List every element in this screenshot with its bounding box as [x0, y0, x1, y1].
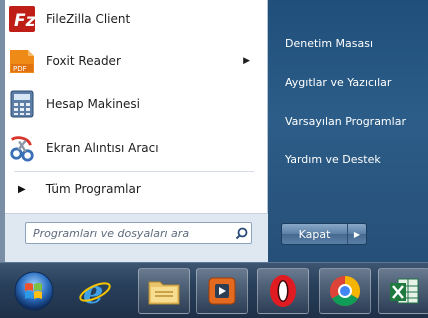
chrome-icon[interactable]	[319, 268, 371, 314]
search-placeholder: Programları ve dosyaları ara	[33, 226, 190, 240]
program-item-filezilla[interactable]: Fz FileZilla Client	[8, 2, 258, 36]
program-item-snipping-tool[interactable]: Ekran Alıntısı Aracı	[8, 131, 258, 165]
help-support-link[interactable]: Yardım ve Destek	[285, 153, 381, 166]
program-item-foxit-reader[interactable]: PDF Foxit Reader ▶	[8, 44, 258, 78]
foxit-reader-icon: PDF	[8, 47, 36, 75]
internet-explorer-icon[interactable]: e	[69, 268, 121, 314]
program-item-calculator[interactable]: Hesap Makinesi	[8, 87, 258, 121]
expand-arrow-icon: ▶	[18, 183, 26, 195]
filezilla-icon: Fz	[8, 5, 36, 33]
search-input[interactable]: Programları ve dosyaları ara	[25, 222, 252, 244]
excel-icon[interactable]	[378, 268, 428, 314]
all-programs-button[interactable]: ▶ Tüm Programlar	[18, 178, 141, 200]
start-orb-icon[interactable]	[8, 268, 60, 314]
shutdown-button-group: Kapat ▶	[281, 223, 367, 245]
file-explorer-icon[interactable]	[138, 268, 190, 314]
svg-text:Fz: Fz	[14, 11, 35, 31]
default-programs-link[interactable]: Varsayılan Programlar	[285, 115, 406, 128]
program-label: Hesap Makinesi	[46, 97, 141, 111]
program-label: Ekran Alıntısı Aracı	[46, 141, 159, 155]
shutdown-button[interactable]: Kapat	[282, 224, 348, 244]
divider	[14, 171, 254, 172]
all-programs-label: Tüm Programlar	[45, 182, 141, 196]
submenu-arrow-icon: ▶	[243, 56, 250, 66]
opera-icon[interactable]	[257, 268, 309, 314]
svg-text:PDF: PDF	[13, 65, 27, 73]
search-icon[interactable]	[231, 223, 251, 243]
program-label: FileZilla Client	[46, 12, 131, 26]
calculator-icon	[8, 90, 36, 118]
program-label: Foxit Reader	[46, 54, 121, 68]
devices-printers-link[interactable]: Aygıtlar ve Yazıcılar	[285, 76, 391, 89]
control-panel-link[interactable]: Denetim Masası	[285, 37, 373, 50]
shutdown-options-arrow-icon[interactable]: ▶	[348, 224, 366, 244]
snipping-tool-icon	[8, 134, 36, 162]
media-player-icon[interactable]	[196, 268, 248, 314]
